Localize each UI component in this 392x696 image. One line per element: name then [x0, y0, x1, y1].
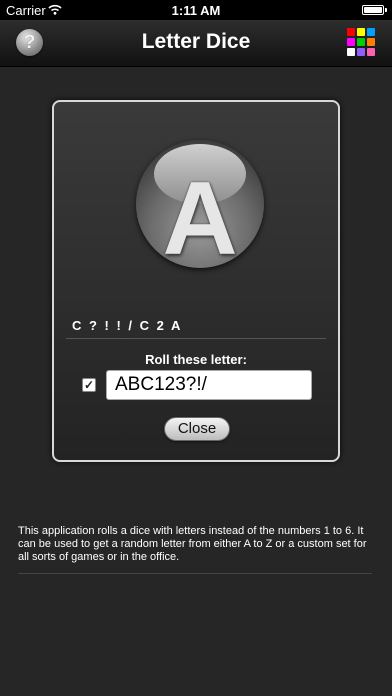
grid-color-cell: [347, 28, 355, 36]
roll-history: C ? ! ! / C 2 A: [72, 318, 183, 333]
grid-color-cell: [367, 28, 375, 36]
settings-panel: A C ? ! ! / C 2 A Roll these letter: ✓ C…: [52, 100, 340, 462]
dice-letter: A: [162, 161, 238, 268]
letters-input[interactable]: [106, 370, 312, 400]
grid-color-cell: [357, 38, 365, 46]
status-bar: Carrier 1:11 AM: [0, 0, 392, 20]
close-button[interactable]: Close: [164, 417, 230, 441]
color-grid-button[interactable]: [347, 28, 375, 56]
description-divider: [18, 573, 372, 574]
roll-letters-label: Roll these letter:: [145, 352, 247, 367]
grid-color-cell: [357, 28, 365, 36]
dice-ball[interactable]: A: [136, 140, 264, 268]
custom-letters-checkbox[interactable]: ✓: [82, 378, 96, 392]
app-description: This application rolls a dice with lette…: [18, 525, 367, 563]
grid-color-cell: [347, 38, 355, 46]
divider: [66, 338, 326, 339]
battery-icon: [362, 5, 387, 15]
navigation-bar: ? Letter Dice: [0, 20, 392, 67]
status-time: 1:11 AM: [171, 3, 221, 18]
grid-color-cell: [367, 48, 375, 56]
page-title: Letter Dice: [141, 30, 251, 53]
grid-color-cell: [367, 38, 375, 46]
grid-color-cell: [347, 48, 355, 56]
grid-color-cell: [357, 48, 365, 56]
